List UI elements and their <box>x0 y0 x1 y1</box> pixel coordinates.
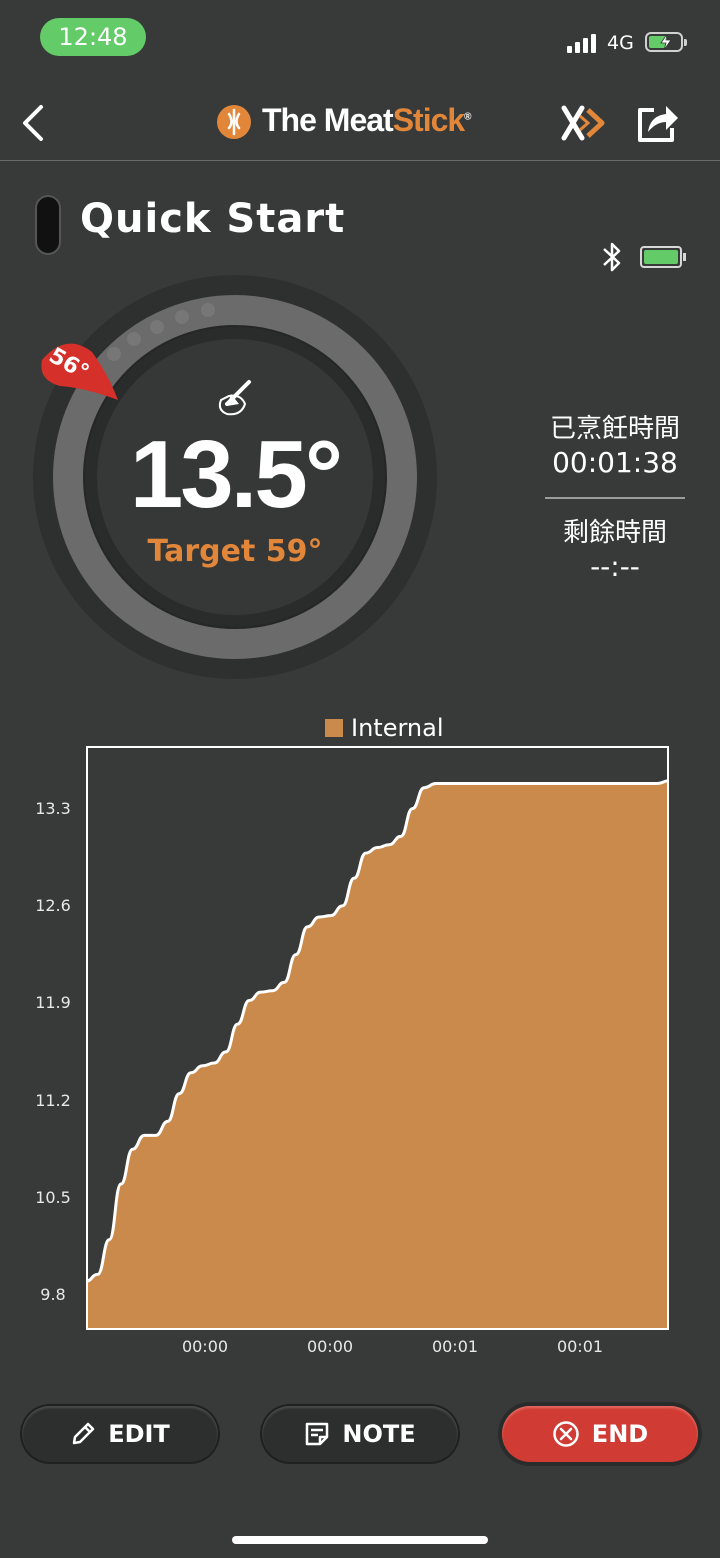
note-label: NOTE <box>342 1420 416 1448</box>
x-tick-label: 00:00 <box>181 1337 229 1356</box>
note-icon <box>306 1422 329 1446</box>
x-tick-label: 00:00 <box>306 1337 354 1356</box>
current-temperature: 13.5° <box>129 421 343 528</box>
y-tick-label: 12.6 <box>35 895 71 915</box>
end-label: END <box>591 1420 649 1448</box>
chart-legend: Internal <box>325 714 444 742</box>
y-tick-label: 10.5 <box>35 1187 71 1207</box>
end-button[interactable]: END <box>502 1406 698 1462</box>
x-tick-label: 00:01 <box>556 1337 604 1356</box>
home-indicator <box>232 1536 488 1544</box>
meatstick-x-icon[interactable] <box>560 104 608 142</box>
bluetooth-icon <box>603 242 621 272</box>
status-battery-icon <box>645 32 687 52</box>
session-title: Quick Start <box>80 196 346 242</box>
cooked-time-value: 00:01:38 <box>552 446 678 479</box>
y-tick-label: 11.2 <box>35 1090 71 1110</box>
status-time: 12:48 <box>40 18 146 56</box>
timers-divider <box>545 497 685 499</box>
note-button[interactable]: NOTE <box>262 1406 458 1462</box>
internal-series-area <box>86 780 669 1330</box>
network-type: 4G <box>607 32 634 54</box>
cooked-time-label: 已烹飪時間 <box>549 414 680 444</box>
target-temperature[interactable]: Target 59° <box>110 534 360 569</box>
temperature-chart <box>86 746 669 1330</box>
meatstick-device-icon <box>35 195 61 255</box>
y-tick-label: 9.8 <box>40 1285 66 1305</box>
y-tick-label: 13.3 <box>35 798 71 818</box>
meatstick-logo-icon <box>217 105 251 139</box>
edit-button[interactable]: EDIT <box>22 1406 218 1462</box>
cellular-signal-icon <box>567 34 596 53</box>
app-logo-text: The MeatStick® <box>262 102 472 138</box>
edit-label: EDIT <box>108 1420 170 1448</box>
remaining-time-label: 剩餘時間 <box>562 518 667 548</box>
legend-swatch <box>325 719 343 737</box>
back-chevron-icon[interactable] <box>20 104 46 142</box>
header-divider <box>0 160 720 161</box>
share-icon[interactable] <box>634 100 682 146</box>
device-battery-icon <box>640 246 686 268</box>
pencil-icon <box>72 1422 95 1445</box>
x-tick-label: 00:01 <box>431 1337 479 1356</box>
remaining-time-value: --:-- <box>590 550 640 583</box>
y-tick-label: 11.9 <box>35 993 71 1013</box>
legend-label: Internal <box>351 714 444 742</box>
circle-x-icon <box>553 1421 579 1447</box>
